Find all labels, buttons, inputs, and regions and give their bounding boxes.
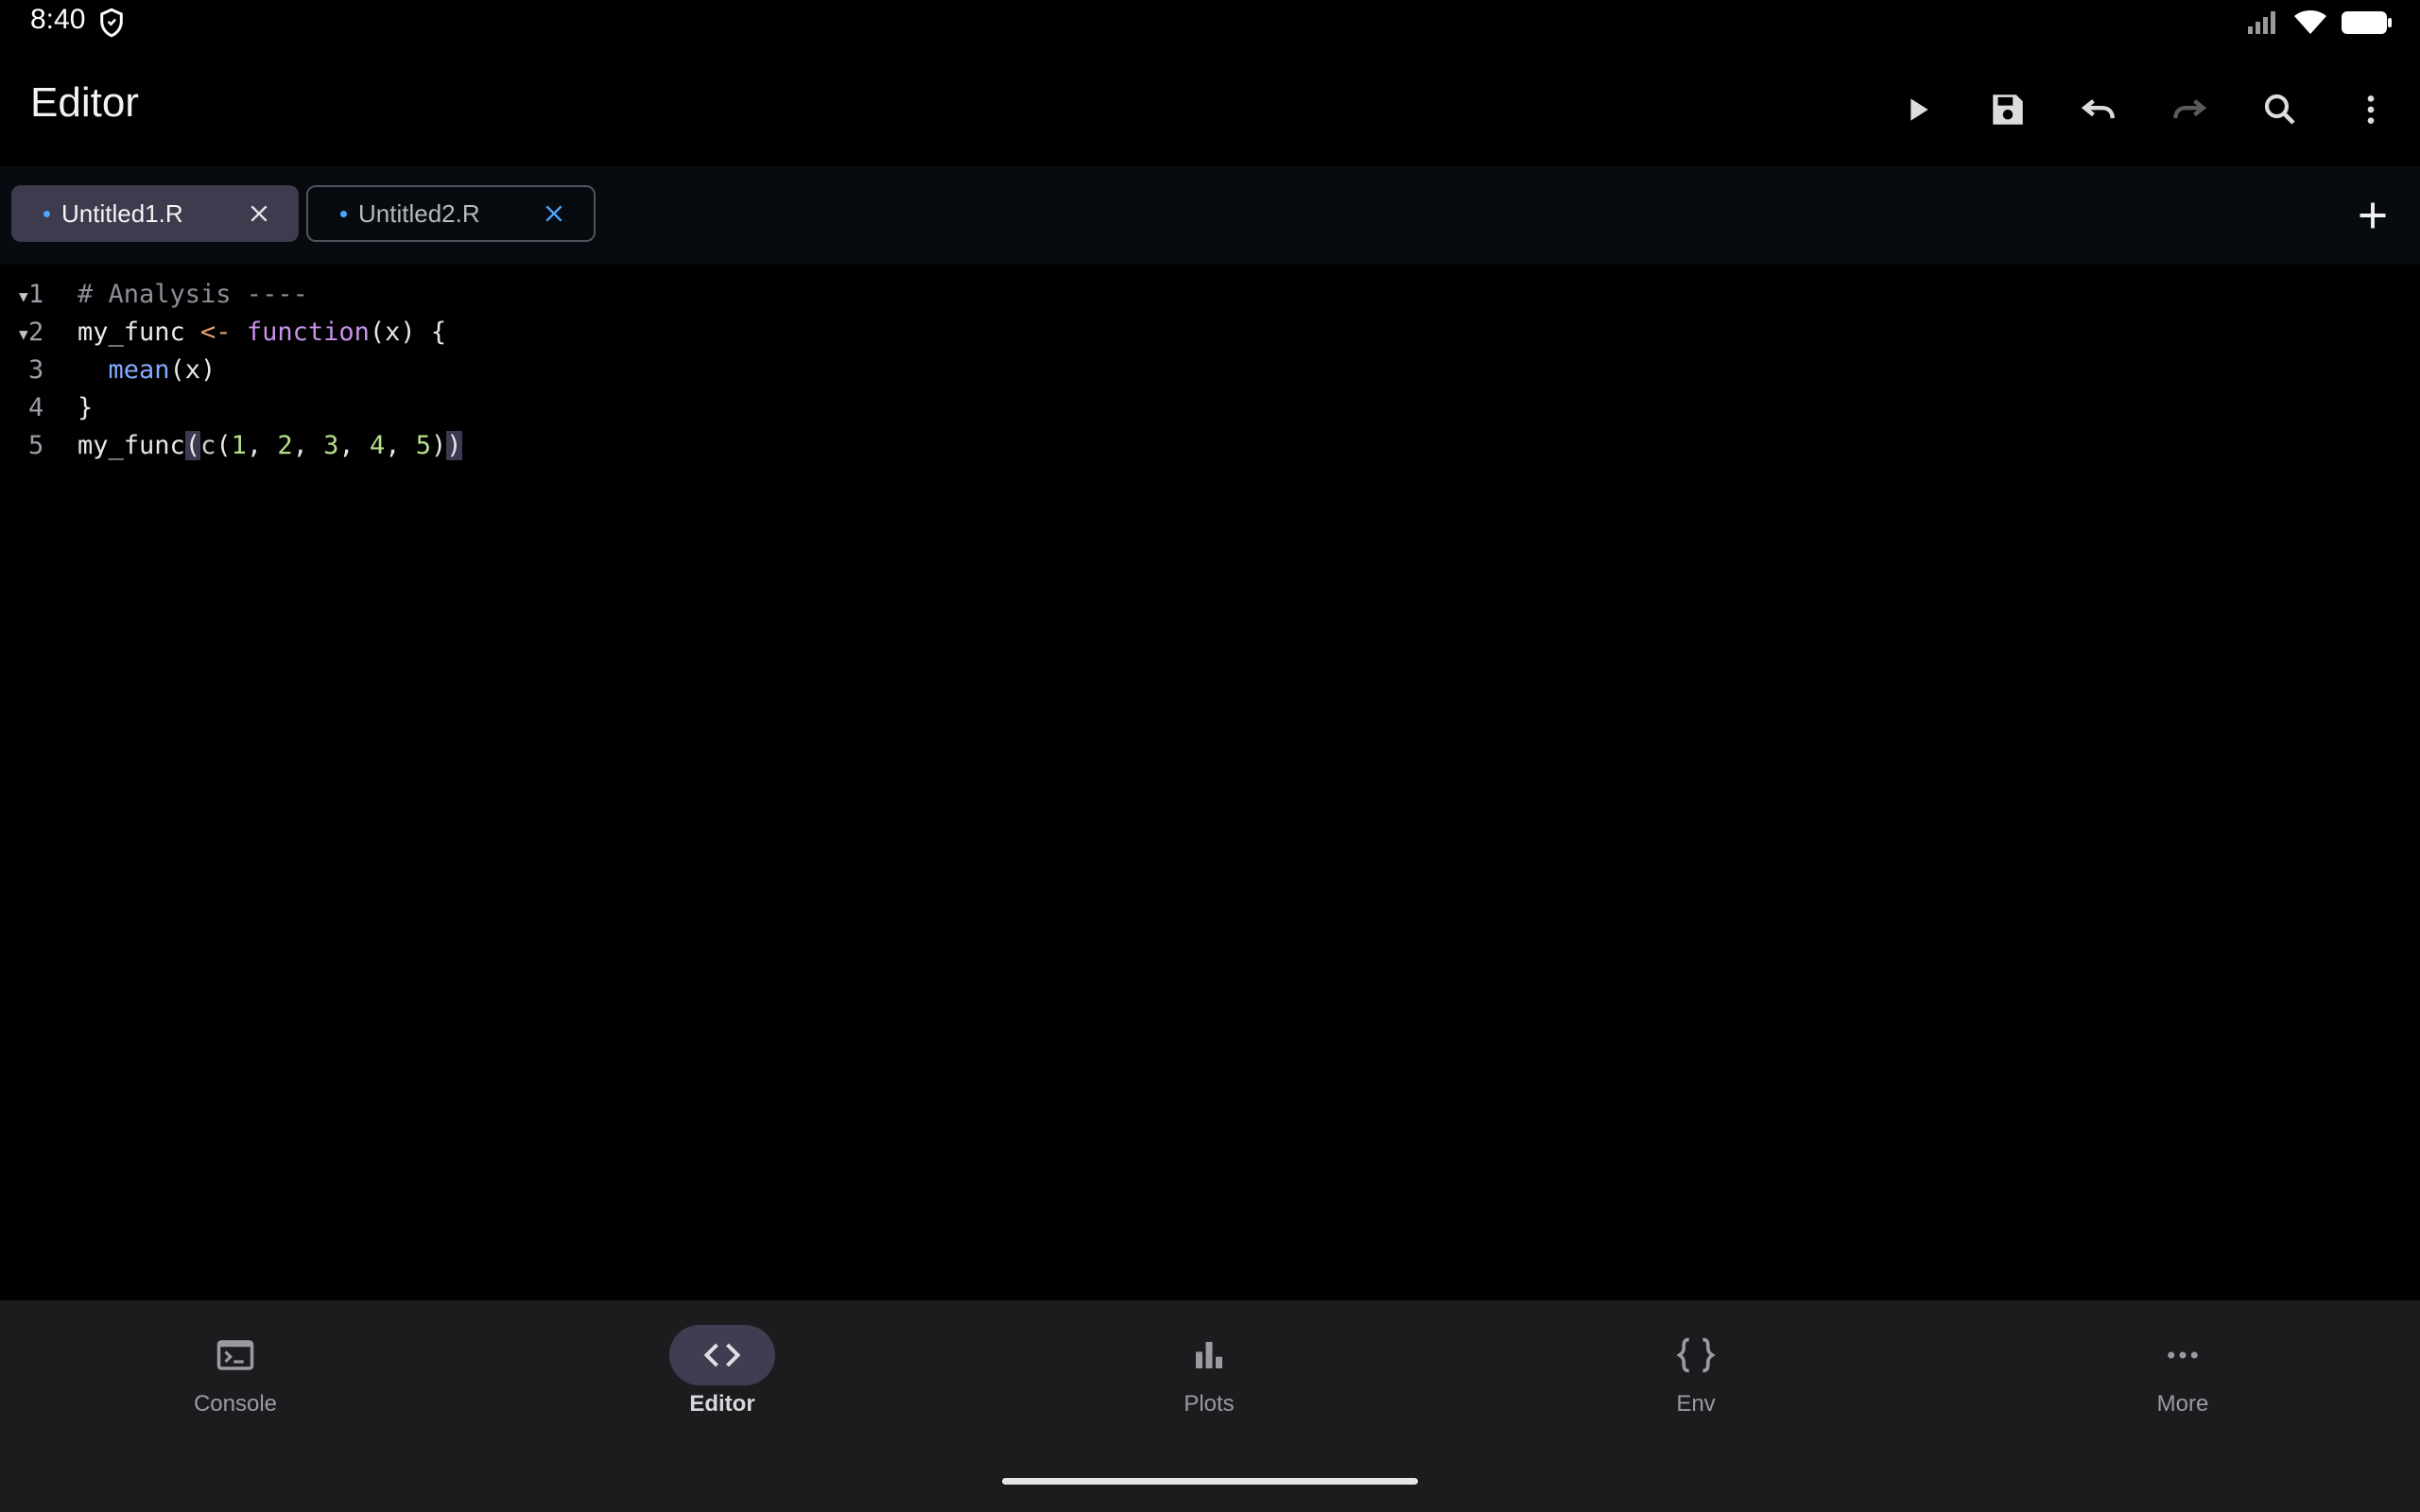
punctuation-token: (x) {: [369, 318, 447, 347]
nav-icon-container: [1643, 1325, 1749, 1385]
punctuation-token: ,: [246, 431, 278, 460]
line-content: my_func(c(1, 2, 3, 4, 5)): [78, 427, 462, 465]
nav-icon-container: [669, 1325, 775, 1385]
line-number: 3: [28, 355, 44, 385]
editor-tabs: Untitled1.R Untitled2.R: [0, 166, 2420, 265]
tab-untitled2[interactable]: Untitled2.R: [306, 185, 596, 242]
nav-plots[interactable]: Plots: [1088, 1325, 1330, 1429]
punctuation-token: (x): [169, 355, 216, 385]
identifier-token: my_func: [78, 318, 201, 347]
save-icon: [1993, 94, 2023, 125]
fold-arrow-icon[interactable]: ▼: [19, 278, 28, 316]
punctuation-token: }: [78, 393, 94, 422]
punctuation-token: ): [430, 431, 447, 460]
close-tab-button[interactable]: [535, 195, 573, 232]
home-indicator[interactable]: [1002, 1478, 1418, 1485]
nav-editor[interactable]: Editor: [601, 1325, 843, 1429]
number-token: 5: [415, 431, 431, 460]
number-token: 4: [369, 431, 386, 460]
app-bar: Editor: [0, 45, 2420, 166]
run-button[interactable]: [1891, 83, 1944, 136]
plus-icon: [2360, 202, 2386, 229]
undo-icon: [2081, 99, 2115, 119]
punctuation-token: ,: [385, 431, 416, 460]
status-bar: 8:40: [0, 0, 2420, 45]
line-content: }: [78, 389, 93, 427]
code-line: 5 my_func(c(1, 2, 3, 4, 5)): [0, 427, 2420, 465]
more-horiz-icon: [2168, 1351, 2198, 1359]
code-icon: [703, 1343, 741, 1367]
unsaved-dot: [340, 210, 347, 217]
search-icon: [2264, 94, 2295, 125]
line-number: 1: [28, 280, 44, 309]
terminal-icon: [216, 1340, 254, 1370]
code-line: 4 }: [0, 389, 2420, 427]
code-editor[interactable]: ▼ 1 # Analysis ---- ▼ 2 my_func <- funct…: [0, 265, 2420, 1300]
comment-token: # Analysis ----: [78, 280, 308, 309]
close-icon: [251, 205, 268, 222]
line-number: 5: [28, 431, 44, 460]
line-content: # Analysis ----: [78, 276, 308, 314]
bar-chart-icon: [1196, 1342, 1222, 1368]
line-content: mean(x): [78, 352, 216, 389]
code-line: ▼ 2 my_func <- function(x) {: [0, 314, 2420, 352]
tab-label: Untitled2.R: [358, 198, 480, 228]
page-title: Editor: [30, 79, 139, 126]
nav-icon-container: [2130, 1325, 2236, 1385]
nav-env[interactable]: Env: [1575, 1325, 1817, 1429]
number-token: 3: [323, 431, 339, 460]
nav-more[interactable]: More: [2062, 1325, 2304, 1429]
fold-arrow-icon[interactable]: ▼: [19, 316, 28, 353]
nav-console[interactable]: Console: [114, 1325, 356, 1429]
play-icon: [1910, 98, 1928, 121]
punctuation-token: ,: [292, 431, 324, 460]
add-tab-button[interactable]: [2346, 189, 2399, 242]
nav-label: More: [2156, 1391, 2209, 1417]
redo-button[interactable]: [2163, 83, 2216, 136]
punctuation-token: ,: [338, 431, 370, 460]
save-button[interactable]: [1981, 83, 2034, 136]
code-line: ▼ 1 # Analysis ----: [0, 276, 2420, 314]
shield-icon: [100, 8, 123, 38]
braces-icon: [1676, 1337, 1716, 1373]
nav-icon-container: [182, 1325, 288, 1385]
indent-token: [78, 355, 109, 385]
unsaved-dot: [43, 210, 50, 217]
number-token: 1: [231, 431, 247, 460]
line-number: 2: [28, 318, 44, 347]
function-token: c: [200, 431, 216, 460]
close-tab-button[interactable]: [240, 195, 278, 232]
nav-label: Plots: [1184, 1391, 1235, 1417]
punctuation-token: (: [216, 431, 232, 460]
keyword-token: function: [246, 318, 370, 347]
bracket-match-highlight: ): [446, 431, 462, 460]
code-line: 3 mean(x): [0, 352, 2420, 389]
nav-label: Env: [1676, 1391, 1716, 1417]
tab-label: Untitled1.R: [61, 198, 183, 228]
identifier-token: my_func: [78, 431, 185, 460]
function-token: mean: [108, 355, 170, 385]
search-button[interactable]: [2254, 83, 2307, 136]
operator-token: <-: [200, 318, 232, 347]
more-options-button[interactable]: [2344, 83, 2397, 136]
toolbar-actions: [1891, 83, 2397, 136]
number-token: 2: [277, 431, 293, 460]
battery-icon: [2342, 11, 2392, 34]
undo-button[interactable]: [2072, 83, 2125, 136]
bracket-match-highlight: (: [184, 431, 201, 460]
line-content: my_func <- function(x) {: [78, 314, 446, 352]
tab-untitled1[interactable]: Untitled1.R: [11, 185, 299, 242]
close-icon: [545, 205, 562, 222]
status-time: 8:40: [30, 4, 86, 35]
nav-label: Editor: [689, 1391, 755, 1417]
line-number: 4: [28, 393, 44, 422]
redo-icon: [2173, 99, 2207, 119]
wifi-icon: [2294, 10, 2326, 34]
cellular-signal-icon: [2248, 11, 2275, 34]
nav-label: Console: [193, 1391, 278, 1417]
nav-icon-container: [1156, 1325, 1262, 1385]
more-vert-icon: [2367, 95, 2375, 124]
